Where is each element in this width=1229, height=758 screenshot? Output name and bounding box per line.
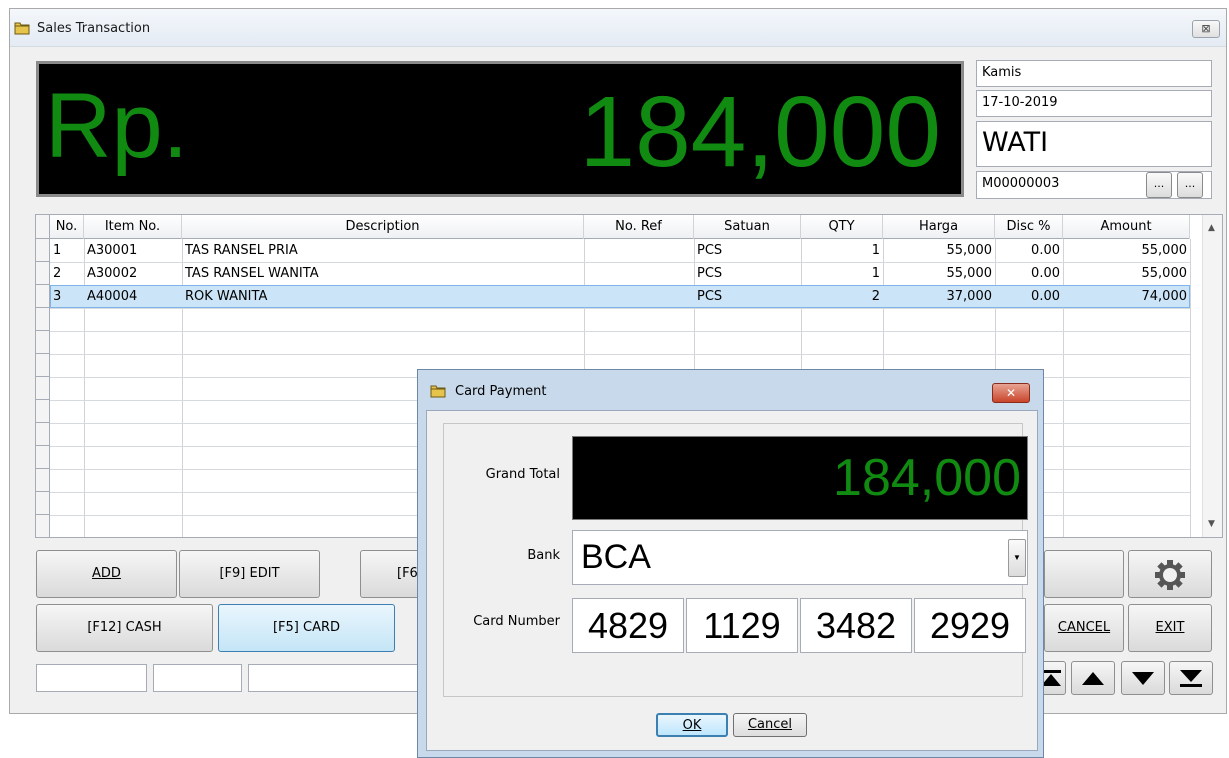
- card-number-part-4[interactable]: 2929: [914, 598, 1026, 653]
- nav-up-button[interactable]: [1071, 661, 1115, 695]
- cell-amount: 55,000: [1141, 243, 1188, 258]
- cell-disc: 0.00: [1031, 266, 1060, 281]
- cell-no: 1: [53, 243, 62, 258]
- cell-no-ref: [584, 239, 694, 262]
- card-payment-dialog: Card Payment ✕ Grand Total 184,000 Bank …: [417, 369, 1044, 758]
- cell-qty: 1: [871, 243, 880, 258]
- cancel-label: CANCEL: [1057, 620, 1111, 635]
- status-field-1: [36, 664, 147, 692]
- col-header-no-ref[interactable]: No. Ref: [584, 215, 694, 239]
- cell-description: ROK WANITA: [185, 289, 268, 304]
- status-field-2: [153, 664, 242, 692]
- scroll-up-icon[interactable]: ▲: [1208, 223, 1215, 233]
- add-button[interactable]: ADD: [36, 550, 177, 598]
- col-header-qty[interactable]: QTY: [801, 215, 883, 239]
- cell-item-no: A30001: [87, 243, 138, 258]
- cell-amount: 55,000: [1141, 266, 1188, 281]
- cell-description: TAS RANSEL WANITA: [185, 266, 319, 281]
- ok-label: OK: [682, 718, 702, 733]
- status-field-3: [248, 664, 428, 692]
- folder-icon: [430, 385, 446, 398]
- col-header-satuan[interactable]: Satuan: [694, 215, 801, 239]
- col-header-harga[interactable]: Harga: [883, 215, 995, 239]
- grand-total-display: 184,000: [572, 436, 1028, 520]
- browse-button-1[interactable]: ...: [1146, 172, 1172, 198]
- nav-up-icon: [1082, 672, 1104, 685]
- cell-no: 3: [53, 289, 62, 304]
- cell-disc: 0.00: [1031, 243, 1060, 258]
- dialog-cancel-label: Cancel: [747, 717, 793, 732]
- edit-button[interactable]: [F9] EDIT: [179, 550, 320, 598]
- bank-select[interactable]: BCA ▼: [572, 530, 1028, 585]
- total-amount: 184,000: [579, 76, 941, 188]
- cell-satuan: PCS: [697, 243, 723, 258]
- nav-down-button[interactable]: [1121, 661, 1165, 695]
- col-header-no[interactable]: No.: [50, 215, 84, 239]
- card-button[interactable]: [F5] CARD: [218, 604, 395, 652]
- bank-selected-value: BCA: [581, 538, 651, 576]
- browse-button-2[interactable]: ...: [1177, 172, 1203, 198]
- window-title: Sales Transaction: [37, 21, 151, 36]
- col-header-item-no[interactable]: Item No.: [84, 215, 182, 239]
- add-label: ADD: [92, 566, 121, 581]
- nav-last-button[interactable]: [1169, 661, 1213, 695]
- exit-label: EXIT: [1155, 620, 1185, 635]
- cell-no-ref: [584, 262, 694, 285]
- cell-no-ref: [584, 285, 694, 308]
- card-number-part-1[interactable]: 4829: [572, 598, 684, 653]
- day-field: Kamis: [976, 60, 1212, 87]
- grid-header: No. Item No. Description No. Ref Satuan …: [36, 215, 1190, 239]
- nav-last-icon: [1180, 670, 1202, 687]
- col-header-amount[interactable]: Amount: [1063, 215, 1190, 239]
- cell-description: TAS RANSEL PRIA: [185, 243, 298, 258]
- cell-harga: 37,000: [946, 289, 993, 304]
- settings-button[interactable]: [1128, 550, 1212, 598]
- col-header-description[interactable]: Description: [182, 215, 584, 239]
- nav-down-icon: [1132, 672, 1154, 685]
- grid-scrollbar[interactable]: ▲ ▼: [1202, 215, 1222, 537]
- cell-item-no: A40004: [87, 289, 138, 304]
- cell-disc: 0.00: [1031, 289, 1060, 304]
- card-number-part-3[interactable]: 3482: [800, 598, 912, 653]
- cell-satuan: PCS: [697, 266, 723, 281]
- date-field: 17-10-2019: [976, 90, 1212, 117]
- cell-qty: 1: [871, 266, 880, 281]
- total-display: Rp. 184,000: [36, 61, 964, 197]
- folder-icon: [14, 22, 30, 35]
- ok-button[interactable]: OK: [656, 713, 728, 737]
- bank-label: Bank: [527, 548, 560, 563]
- chevron-down-icon[interactable]: ▼: [1008, 539, 1026, 577]
- card-number-label: Card Number: [473, 614, 560, 629]
- currency-label: Rp.: [45, 75, 189, 177]
- cashier-field: WATI: [976, 121, 1212, 167]
- gear-icon: [1155, 560, 1185, 590]
- card-number-part-2[interactable]: 1129: [686, 598, 798, 653]
- cell-item-no: A30002: [87, 266, 138, 281]
- cell-harga: 55,000: [946, 266, 993, 281]
- scroll-down-icon[interactable]: ▼: [1208, 519, 1215, 529]
- cancel-button[interactable]: CANCEL: [1044, 604, 1124, 652]
- col-header-disc[interactable]: Disc %: [995, 215, 1063, 239]
- cell-satuan: PCS: [697, 289, 723, 304]
- cell-amount: 74,000: [1141, 289, 1188, 304]
- cell-no: 2: [53, 266, 62, 281]
- dialog-body: Grand Total 184,000 Bank BCA ▼ Card Numb…: [426, 410, 1038, 751]
- cash-button[interactable]: [F12] CASH: [36, 604, 213, 652]
- grand-total-label: Grand Total: [485, 467, 560, 482]
- title-bar: Sales Transaction ⊠: [10, 9, 1226, 47]
- cell-qty: 2: [871, 289, 880, 304]
- hidden-button[interactable]: [1044, 550, 1124, 598]
- payment-group: Grand Total 184,000 Bank BCA ▼ Card Numb…: [443, 423, 1028, 697]
- window-close-button[interactable]: ⊠: [1192, 20, 1220, 38]
- exit-button[interactable]: EXIT: [1128, 604, 1212, 652]
- dialog-cancel-button[interactable]: Cancel: [733, 713, 807, 737]
- dialog-close-button[interactable]: ✕: [992, 383, 1030, 403]
- cell-harga: 55,000: [946, 243, 993, 258]
- dialog-title: Card Payment: [455, 384, 547, 399]
